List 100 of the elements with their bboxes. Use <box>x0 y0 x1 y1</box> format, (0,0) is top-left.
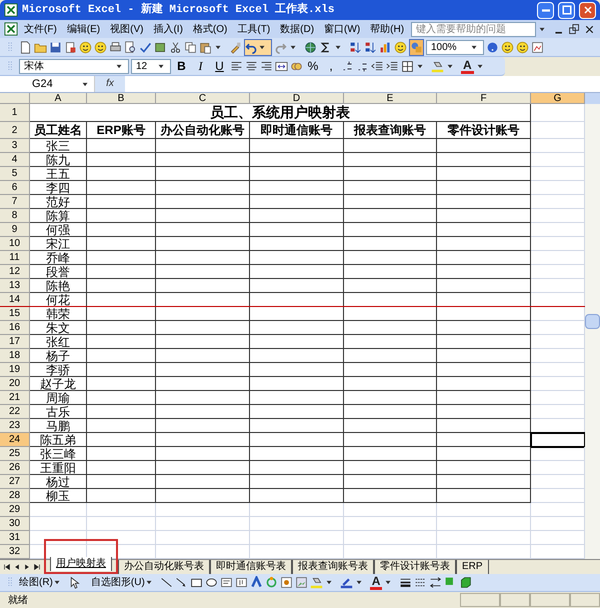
sort-descending-icon[interactable] <box>364 40 377 54</box>
zoom-field[interactable]: 100% <box>426 40 484 54</box>
text-box-icon[interactable] <box>220 576 233 589</box>
menu-item[interactable]: 帮助(H) <box>366 22 408 36</box>
menu-item[interactable]: 格式(O) <box>188 22 232 36</box>
print-icon[interactable] <box>109 40 122 54</box>
increase-decimal-icon[interactable] <box>341 60 354 72</box>
menu-item[interactable]: 插入(I) <box>149 22 187 36</box>
menu-item[interactable]: 编辑(E) <box>62 22 104 36</box>
row-header[interactable]: 21 <box>0 391 30 405</box>
help-search-field[interactable]: 键入需要帮助的问题 <box>411 22 536 36</box>
dash-style-icon[interactable] <box>414 576 428 589</box>
borders-icon[interactable] <box>401 60 414 72</box>
bar-chart-icon[interactable] <box>379 40 392 54</box>
paste-icon[interactable] <box>199 40 212 54</box>
row-header[interactable]: 1 <box>0 104 30 122</box>
row-header[interactable]: 3 <box>0 139 30 153</box>
row-header[interactable]: 31 <box>0 531 30 545</box>
menu-item[interactable]: 工具(T) <box>233 22 274 36</box>
spelling-check-icon[interactable] <box>139 40 152 54</box>
undo-button[interactable] <box>244 38 272 56</box>
scrollbar-thumb[interactable] <box>585 314 600 329</box>
row-header[interactable]: 15 <box>0 307 30 321</box>
sheet-tab[interactable]: ERP <box>456 560 489 574</box>
smiley-face-icon[interactable] <box>94 40 107 54</box>
sheet-tab[interactable]: 报表查询账号表 <box>292 560 374 574</box>
close-button[interactable] <box>579 2 596 18</box>
align-left-icon[interactable] <box>230 60 243 72</box>
row-header[interactable]: 11 <box>0 251 30 265</box>
column-header[interactable]: D <box>250 93 344 104</box>
draw-menu-button[interactable]: 绘图(R) <box>19 575 66 590</box>
sheet-tab[interactable]: 用户映射表 <box>50 557 112 571</box>
fill-color-icon[interactable] <box>431 60 444 72</box>
menu-item[interactable]: 数据(D) <box>276 22 318 36</box>
merge-center-icon[interactable] <box>275 60 288 72</box>
row-header[interactable]: 10 <box>0 237 30 251</box>
row-header[interactable]: 24 <box>0 433 30 447</box>
arrow-icon[interactable] <box>174 576 188 589</box>
row-header[interactable]: 12 <box>0 265 30 279</box>
insert-function-button[interactable]: fx <box>95 76 125 92</box>
sort-ascending-icon[interactable] <box>349 40 362 54</box>
row-header[interactable]: 23 <box>0 419 30 433</box>
row-header[interactable]: 30 <box>0 517 30 531</box>
menu-item[interactable]: 窗口(W) <box>320 22 364 36</box>
sheet-tab[interactable]: 办公自动化账号表 <box>118 560 210 574</box>
arrow-style-icon[interactable] <box>429 576 442 589</box>
smiley-face-icon[interactable] <box>516 40 529 54</box>
row-header[interactable]: 4 <box>0 153 30 167</box>
row-header[interactable]: 25 <box>0 447 30 461</box>
print-preview-icon[interactable] <box>124 40 137 54</box>
row-header[interactable]: 22 <box>0 405 30 419</box>
autoshapes-menu-button[interactable]: 自选图形(U) <box>90 575 158 590</box>
align-center-icon[interactable] <box>245 60 258 72</box>
line-chart-icon[interactable] <box>531 40 544 54</box>
last-sheet-icon[interactable] <box>32 562 42 572</box>
row-header[interactable]: 9 <box>0 223 30 237</box>
decrease-indent-icon[interactable] <box>371 60 384 72</box>
comma-button[interactable]: , <box>323 57 339 75</box>
smiley-face-icon[interactable] <box>501 40 514 54</box>
row-header[interactable]: 7 <box>0 195 30 209</box>
new-document-icon[interactable] <box>19 40 32 54</box>
font-size-field[interactable]: 12 <box>131 58 171 74</box>
rectangle-icon[interactable] <box>190 576 203 589</box>
save-icon[interactable] <box>49 40 62 54</box>
cube-icon[interactable] <box>459 576 472 589</box>
sheet-tab[interactable]: 即时通信账号表 <box>210 560 292 574</box>
oval-icon[interactable] <box>204 576 218 589</box>
sum-icon[interactable] <box>319 40 332 54</box>
first-sheet-icon[interactable] <box>2 562 12 572</box>
line-color-icon[interactable] <box>340 576 353 589</box>
vertical-scrollbar[interactable] <box>585 93 600 559</box>
column-header[interactable]: A <box>30 93 87 104</box>
menu-item[interactable]: 视图(V) <box>106 22 148 36</box>
maximize-button[interactable] <box>558 2 575 18</box>
format-painter-icon[interactable] <box>229 40 242 54</box>
fill-color-icon[interactable] <box>310 576 323 589</box>
column-header[interactable]: G <box>531 93 585 104</box>
row-header[interactable]: 29 <box>0 503 30 517</box>
align-right-icon[interactable] <box>260 60 273 72</box>
row-header[interactable]: 5 <box>0 167 30 181</box>
row-header[interactable]: 6 <box>0 181 30 195</box>
line-icon[interactable] <box>160 576 173 589</box>
globe-icon[interactable] <box>304 40 317 54</box>
active-cell[interactable] <box>531 433 585 447</box>
smiley-face-icon[interactable] <box>394 40 407 54</box>
copy-icon[interactable] <box>184 40 197 54</box>
row-header[interactable]: 20 <box>0 377 30 391</box>
percent-button[interactable]: % <box>305 57 321 75</box>
row-header[interactable]: 14 <box>0 293 30 307</box>
cut-icon[interactable] <box>169 40 182 54</box>
row-header[interactable]: 27 <box>0 475 30 489</box>
restore-window-icon[interactable] <box>568 22 581 36</box>
menu-item[interactable]: 文件(F) <box>20 22 61 36</box>
row-header[interactable]: 32 <box>0 545 30 559</box>
row-header[interactable]: 16 <box>0 321 30 335</box>
row-header[interactable]: 19 <box>0 363 30 377</box>
column-header[interactable]: E <box>344 93 437 104</box>
bold-button[interactable]: B <box>173 57 190 75</box>
row-header[interactable]: 17 <box>0 335 30 349</box>
row-header[interactable]: 2 <box>0 122 30 139</box>
